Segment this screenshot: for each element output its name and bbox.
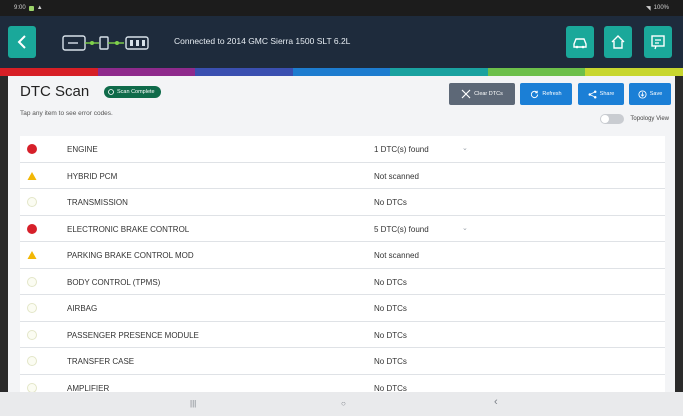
battery-level: 100% — [653, 5, 669, 11]
scan-result: 5 DTC(s) found — [374, 224, 429, 234]
refresh-icon — [531, 90, 539, 98]
scan-result: 1 DTC(s) found — [374, 145, 429, 154]
module-name: ELECTRONIC BRAKE CONTROL — [67, 224, 190, 234]
color-strip-segment — [585, 68, 683, 76]
check-icon — [108, 89, 114, 95]
refresh-button[interactable]: Refresh — [520, 83, 572, 105]
home-button[interactable] — [604, 26, 632, 58]
wifi-icon: ◥ — [646, 5, 651, 12]
table-row[interactable]: PASSENGER PRESENCE MODULE No DTCs — [20, 322, 665, 348]
error-status-icon — [27, 144, 37, 154]
module-name: BODY CONTROL (TPMS) — [67, 277, 161, 287]
scan-result: No DTCs — [374, 383, 407, 393]
status-time: 9:00 — [14, 5, 26, 11]
connection-graphic — [62, 33, 167, 53]
scan-result: No DTCs — [374, 330, 407, 340]
warning-status-icon — [27, 171, 37, 181]
warning-status-icon — [27, 250, 37, 260]
save-button[interactable]: Save — [629, 83, 671, 105]
report-button[interactable] — [644, 26, 672, 58]
ok-status-icon — [27, 329, 37, 340]
module-name: HYBRID PCM — [67, 171, 118, 181]
back-button[interactable] — [8, 26, 36, 58]
scan-result: No DTCs — [374, 304, 407, 313]
table-row[interactable]: ELECTRONIC BRAKE CONTROL 5 DTC(s) found ⌄ — [20, 216, 665, 242]
ok-status-icon — [27, 276, 37, 287]
home-icon — [611, 35, 625, 49]
back-nav-button[interactable]: ‹ — [494, 396, 498, 408]
error-status-icon — [27, 223, 37, 234]
clear-dtcs-label: Clear DTCs — [474, 91, 503, 97]
status-badge-label: Scan Complete — [117, 89, 155, 95]
module-name: TRANSMISSION — [67, 198, 128, 207]
color-strip-segment — [195, 68, 293, 76]
brand-color-strip — [0, 68, 683, 76]
module-name: PARKING BRAKE CONTROL MOD — [67, 251, 194, 260]
system-nav-bar: ||| ○ ‹ — [0, 392, 683, 416]
table-row[interactable]: TRANSMISSION No DTCs — [20, 189, 665, 216]
module-name: PASSENGER PRESENCE MODULE — [67, 330, 199, 340]
ok-status-icon — [27, 382, 37, 392]
status-badge: Scan Complete — [104, 86, 161, 98]
dtc-scan-panel: DTC Scan Scan Complete Tap any item to s… — [8, 76, 675, 392]
module-name: TRANSFER CASE — [67, 357, 135, 366]
chevron-down-icon[interactable]: ⌄ — [462, 224, 468, 232]
vci-link-icon — [62, 35, 149, 51]
scan-result: Not scanned — [374, 171, 419, 181]
scan-result: No DTCs — [374, 198, 407, 207]
vehicle-button[interactable] — [566, 26, 594, 58]
table-row[interactable]: BODY CONTROL (TPMS) No DTCs — [20, 269, 665, 295]
module-name: AMPLIFIER — [67, 383, 110, 393]
report-icon — [651, 35, 665, 50]
chevron-down-icon[interactable]: ⌄ — [462, 144, 468, 152]
status-bar: 9:00 ▲ ◥ 100% — [0, 0, 683, 16]
vehicle-icon — [573, 38, 587, 49]
ok-status-icon — [27, 303, 37, 313]
table-row[interactable]: ENGINE 1 DTC(s) found ⌄ — [20, 136, 665, 163]
color-strip-segment — [390, 68, 488, 76]
table-row[interactable]: PARKING BRAKE CONTROL MOD Not scanned — [20, 242, 665, 269]
table-row[interactable]: HYBRID PCM Not scanned — [20, 163, 665, 189]
connection-status: Connected to 2014 GMC Sierra 1500 SLT 6.… — [174, 36, 351, 46]
refresh-label: Refresh — [542, 91, 562, 97]
topology-toggle[interactable] — [600, 114, 625, 124]
status-right: ◥ 100% — [646, 5, 669, 12]
clear-dtcs-button[interactable]: Clear DTCs — [449, 83, 515, 105]
status-left: 9:00 ▲ — [14, 5, 43, 11]
color-strip-segment — [292, 68, 391, 76]
scan-result: No DTCs — [374, 277, 407, 287]
table-row[interactable]: AIRBAG No DTCs — [20, 295, 665, 322]
ok-status-icon — [27, 197, 37, 207]
page-title: DTC Scan — [20, 83, 90, 100]
share-button[interactable]: Share — [578, 83, 624, 105]
table-row[interactable]: TRANSFER CASE No DTCs — [20, 348, 665, 375]
share-label: Share — [599, 91, 615, 97]
scan-result: No DTCs — [374, 357, 407, 366]
chevron-left-icon — [17, 35, 26, 49]
battery-saver-icon — [28, 5, 34, 11]
module-name: AIRBAG — [67, 304, 98, 313]
ok-status-icon — [27, 356, 37, 366]
notification-icon: ▲ — [36, 5, 43, 11]
table-row[interactable]: AMPLIFIER No DTCs — [20, 375, 665, 393]
topology-toggle-row: Topology View — [600, 114, 669, 124]
save-icon — [638, 89, 647, 99]
hint-text: Tap any item to see error codes. — [20, 110, 113, 117]
color-strip-segment — [487, 68, 586, 76]
home-nav-button[interactable]: ○ — [341, 399, 346, 408]
color-strip-segment — [0, 68, 98, 76]
topology-toggle-label: Topology View — [630, 116, 669, 122]
close-icon — [461, 89, 471, 99]
share-icon — [588, 90, 597, 98]
color-strip-segment — [97, 68, 196, 76]
app-header: Connected to 2014 GMC Sierra 1500 SLT 6.… — [0, 16, 683, 68]
module-name: ENGINE — [67, 145, 98, 154]
recents-button[interactable]: ||| — [190, 399, 196, 408]
dtc-module-list: ENGINE 1 DTC(s) found ⌄ HYBRID PCM Not scann… — [20, 136, 665, 392]
save-label: Save — [649, 91, 663, 97]
scan-result: Not scanned — [374, 251, 419, 260]
